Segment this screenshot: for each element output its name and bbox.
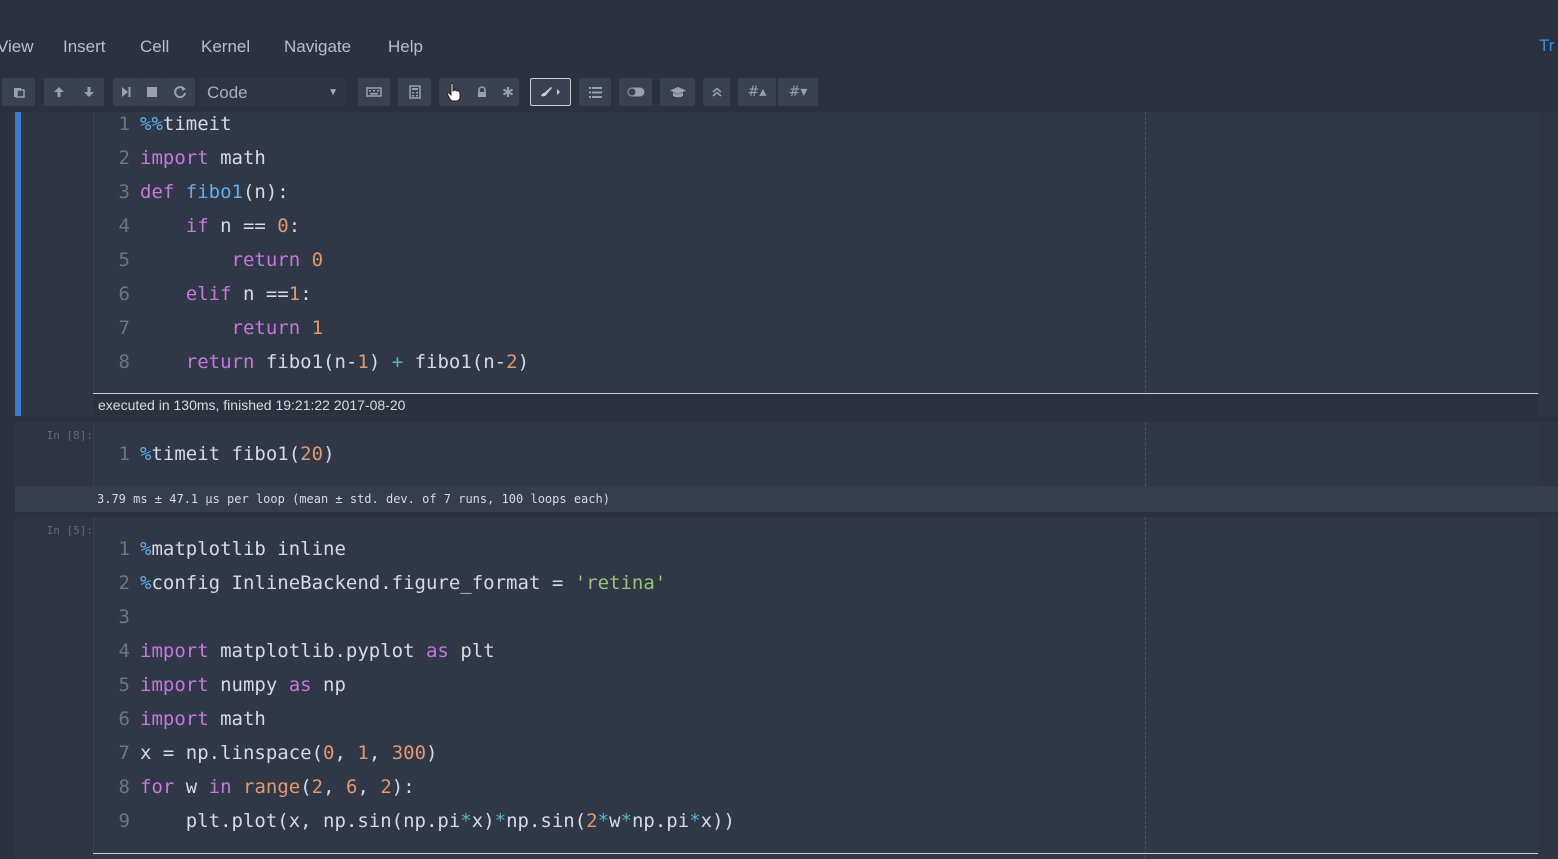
hand-pointer-icon[interactable]	[446, 82, 462, 102]
code-line: if n == 0:	[185, 215, 301, 237]
code-cell-1[interactable]: 1 %%timeit 2 import math 3 def fibo1(n): 4 …	[15, 112, 1558, 416]
line-number: 5	[118, 674, 130, 696]
menu-help[interactable]: Help	[388, 37, 423, 57]
divider	[93, 853, 1538, 854]
code-line: import numpy as np	[140, 674, 346, 696]
line-number: 9	[118, 810, 130, 832]
heading-down-button[interactable]: #▾	[778, 78, 818, 106]
line-number: 7	[118, 317, 130, 339]
ruler-line	[1145, 517, 1146, 859]
code-cell-2[interactable]: In [8]: 1 %timeit fibo1(20) 3.79 ms ± 47.…	[15, 422, 1558, 512]
lock-icon[interactable]	[476, 86, 488, 98]
stop-button[interactable]	[139, 78, 165, 106]
toolbar: Code ▼ #▴ #▾	[0, 75, 1558, 112]
code-line: %%timeit	[140, 113, 232, 135]
tools-button-group	[439, 78, 519, 106]
code-line: x = np.linspace(0, 1, 300)	[140, 742, 438, 764]
code-line: elif n ==1:	[185, 283, 312, 305]
calculator-button[interactable]	[398, 78, 431, 106]
line-number: 6	[118, 708, 130, 730]
line-number: 3	[118, 181, 130, 203]
code-line: return 1	[231, 317, 324, 339]
chevron-down-icon: ▼	[328, 87, 338, 98]
line-number: 2	[118, 572, 130, 594]
restart-button[interactable]	[165, 78, 195, 106]
keyboard-button[interactable]	[358, 78, 390, 106]
code-cell-3[interactable]: In [5]: 1 %matplotlib inline 2 %config Inl…	[15, 517, 1558, 859]
paintbrush-button[interactable]	[530, 78, 571, 106]
line-number: 2	[118, 147, 130, 169]
toggle-button[interactable]	[619, 78, 652, 106]
menu-navigate[interactable]: Navigate	[284, 37, 351, 57]
code-line: for w in range(2, 6, 2):	[140, 776, 415, 798]
menu-bar: View Insert Cell Kernel Navigate Help Tr	[0, 0, 1558, 75]
code-editor[interactable]: 1 %%timeit 2 import math 3 def fibo1(n): 4 …	[93, 112, 1538, 393]
code-line: return fibo1(n-1) + fibo1(n-2)	[185, 351, 530, 373]
trusted-indicator[interactable]: Tr	[1539, 36, 1554, 56]
line-number: 7	[118, 742, 130, 764]
education-button[interactable]	[660, 78, 695, 106]
line-number: 6	[118, 283, 130, 305]
heading-up-button[interactable]: #▴	[738, 78, 776, 106]
collapse-up-icon	[712, 87, 722, 97]
run-button[interactable]	[113, 78, 139, 106]
code-editor[interactable]: 1 %matplotlib inline 2 %config InlineBacke…	[93, 517, 1538, 859]
paste-button[interactable]	[2, 78, 35, 106]
heading-down-icon: #▾	[788, 84, 808, 100]
code-line: import matplotlib.pyplot as plt	[140, 640, 495, 662]
heading-up-icon: #▴	[747, 84, 767, 100]
menu-cell[interactable]: Cell	[140, 37, 169, 57]
code-line: %timeit fibo1(20)	[140, 443, 335, 465]
move-down-icon	[83, 86, 95, 98]
toggle-icon	[627, 87, 645, 97]
menu-kernel[interactable]: Kernel	[201, 37, 250, 57]
collapse-button[interactable]	[703, 78, 730, 106]
menu-view[interactable]: View	[0, 37, 34, 57]
line-number: 4	[118, 640, 130, 662]
line-number: 8	[118, 351, 130, 373]
line-number: 5	[118, 249, 130, 271]
toc-button[interactable]	[579, 78, 611, 106]
line-number: 3	[118, 606, 130, 628]
asterisk-icon[interactable]	[502, 86, 514, 98]
code-line: plt.plot(x, np.sin(np.pi*x)*np.sin(2*w*n…	[140, 810, 735, 832]
selected-cell-indicator	[15, 112, 21, 416]
list-icon	[588, 86, 602, 98]
code-line: def fibo1(n):	[140, 181, 289, 203]
cell-type-value: Code	[207, 83, 248, 102]
paste-icon	[13, 86, 25, 98]
code-line: %config InlineBackend.figure_format = 'r…	[140, 572, 667, 594]
input-prompt: In [8]:	[46, 429, 93, 442]
line-number: 1	[118, 443, 130, 465]
ruler-line	[1145, 112, 1146, 393]
keyboard-icon	[366, 86, 382, 98]
code-line: import math	[140, 708, 266, 730]
notebook-container: 1 %%timeit 2 import math 3 def fibo1(n): 4 …	[0, 112, 1558, 859]
line-number: 1	[118, 113, 130, 135]
code-line: return 0	[231, 249, 324, 271]
move-down-button[interactable]	[74, 78, 104, 106]
restart-icon	[173, 85, 187, 99]
ruler-line	[1145, 422, 1146, 486]
code-line: import math	[140, 147, 266, 169]
stop-icon	[146, 86, 158, 98]
run-next-icon	[120, 86, 132, 98]
line-number: 4	[118, 215, 130, 237]
move-up-button[interactable]	[44, 78, 74, 106]
line-number: 8	[118, 776, 130, 798]
graduation-cap-icon	[669, 86, 687, 98]
menu-insert[interactable]: Insert	[63, 37, 106, 57]
line-number: 1	[118, 538, 130, 560]
input-prompt: In [5]:	[46, 524, 93, 537]
paintbrush-icon	[539, 86, 563, 98]
execution-time-info: executed in 130ms, finished 19:21:22 201…	[93, 393, 1538, 415]
calculator-icon	[408, 85, 421, 99]
move-up-icon	[53, 86, 65, 98]
code-line: %matplotlib inline	[140, 538, 346, 560]
code-editor[interactable]: 1 %timeit fibo1(20)	[93, 422, 1538, 486]
cell-type-select[interactable]: Code ▼	[200, 78, 345, 106]
cell-output: 3.79 ms ± 47.1 µs per loop (mean ± std. …	[15, 486, 1558, 512]
